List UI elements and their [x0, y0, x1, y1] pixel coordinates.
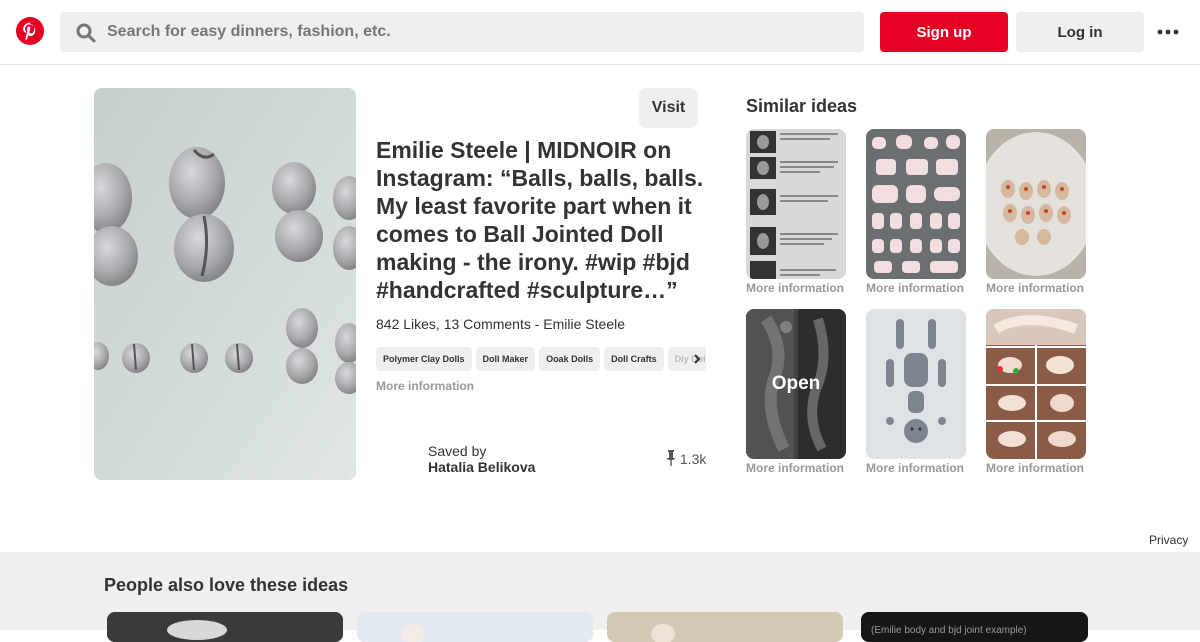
chevron-right-icon[interactable]	[690, 352, 704, 366]
more-information-link[interactable]: More information	[376, 379, 474, 393]
saved-by-user[interactable]: Hatalia Belikova	[428, 459, 535, 475]
search-bar[interactable]	[60, 12, 864, 52]
more-information-link[interactable]: More information	[866, 281, 966, 295]
top-nav: Sign up Log in	[0, 0, 1200, 65]
tag-chip[interactable]: Polymer Clay Dolls	[376, 347, 472, 371]
tag-chip[interactable]: Ooak Dolls	[539, 347, 601, 371]
log-in-button[interactable]: Log in	[1016, 12, 1144, 52]
more-information-link[interactable]: More information	[866, 461, 966, 475]
pin-title[interactable]: Emilie Steele | MIDNOIR on Instagram: “B…	[376, 136, 716, 304]
pinterest-logo-icon[interactable]	[16, 17, 44, 45]
similar-ideas-title: Similar ideas	[746, 96, 858, 116]
similar-item[interactable]: Open More information	[746, 309, 846, 475]
similar-item[interactable]: More information	[746, 129, 846, 295]
people-also-love-section: People also love these ideas (Emilie bod…	[0, 552, 1200, 642]
similar-thumbnail[interactable]: Open	[746, 309, 846, 459]
tag-list: Polymer Clay Dolls Doll Maker Ooak Dolls Do…	[376, 347, 706, 371]
idea-card-image	[107, 612, 343, 642]
idea-card-image	[607, 612, 843, 642]
search-icon	[76, 23, 96, 43]
more-options-icon[interactable]	[1156, 22, 1180, 42]
people-also-love-title: People also love these ideas	[104, 575, 349, 595]
idea-card[interactable]	[607, 612, 843, 642]
similar-item[interactable]: More information	[986, 129, 1086, 295]
similar-thumbnail[interactable]	[866, 129, 966, 279]
similar-thumbnail[interactable]	[986, 309, 1086, 459]
grey-doll-parts-image	[866, 309, 966, 459]
more-information-link[interactable]: More information	[986, 461, 1086, 475]
repin-count: 1.3k	[666, 450, 706, 467]
open-overlay-label[interactable]: Open	[746, 373, 846, 395]
privacy-link[interactable]: Privacy	[1143, 529, 1195, 551]
idea-card[interactable]: (Emilie body and bjd joint example)	[861, 612, 1088, 642]
pin-image[interactable]	[94, 88, 356, 480]
tag-chip[interactable]: Doll Crafts	[604, 347, 664, 371]
more-information-link[interactable]: More information	[986, 281, 1086, 295]
doll-pieces-plate-image	[986, 129, 1086, 279]
search-input[interactable]	[107, 12, 847, 52]
visit-button[interactable]: Visit	[639, 88, 698, 128]
similar-item[interactable]: More information	[866, 309, 966, 475]
idea-card-image	[357, 612, 593, 642]
doll-process-collage-image	[986, 309, 1086, 459]
more-information-link[interactable]: More information	[746, 281, 846, 295]
idea-card[interactable]	[107, 612, 343, 642]
similar-item[interactable]: More information	[866, 129, 966, 295]
similar-item[interactable]: More information	[986, 309, 1086, 475]
pin-icon	[666, 450, 676, 466]
doll-balls-photo	[94, 88, 356, 480]
idea-card[interactable]	[357, 612, 593, 642]
repin-count-value: 1.3k	[679, 451, 707, 467]
similar-thumbnail[interactable]	[866, 309, 966, 459]
similar-thumbnail[interactable]	[746, 129, 846, 279]
idea-card-caption: (Emilie body and bjd joint example)	[871, 625, 1027, 636]
similar-thumbnail[interactable]	[986, 129, 1086, 279]
pin-meta: 842 Likes, 13 Comments - Emilie Steele	[376, 316, 625, 332]
tag-chip[interactable]: Doll Maker	[475, 347, 536, 371]
sign-up-button[interactable]: Sign up	[880, 12, 1008, 52]
more-information-link[interactable]: More information	[746, 461, 846, 475]
tutorial-page-image	[746, 129, 846, 279]
saved-by-label: Saved by	[428, 443, 487, 459]
doll-parts-grid-image	[866, 129, 966, 279]
